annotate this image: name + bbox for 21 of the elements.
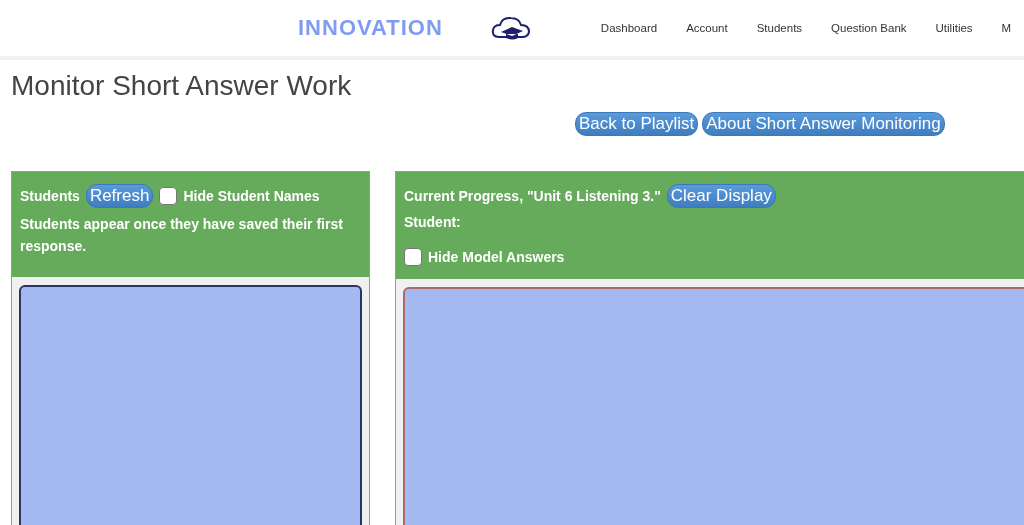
panel-label: Students — [20, 188, 80, 204]
nav-link[interactable]: Utilities — [935, 22, 973, 34]
info-text: Students appear once they have saved their first response. — [20, 215, 344, 256]
checkbox[interactable] — [159, 187, 178, 205]
nav-button[interactable]: About Short Answer Monitoring — [702, 112, 945, 136]
page-title: Monitor Short Answer Work — [11, 70, 353, 102]
panel-label: Current Progress, "Unit 6 Listening 3." — [404, 188, 661, 204]
cloud-cap-icon — [490, 15, 531, 41]
nav-link[interactable]: Account — [686, 22, 728, 34]
checkbox-label: Hide Student Names — [183, 188, 320, 204]
nav-link[interactable]: Students — [756, 22, 803, 34]
clear-display-button[interactable]: Clear Display — [666, 184, 776, 208]
student-label: Student: — [404, 214, 461, 230]
checkbox[interactable] — [404, 248, 422, 266]
brand-name: INNOVATION — [298, 15, 443, 41]
checkbox-label: Hide Model Answers — [428, 249, 565, 265]
nav-button[interactable]: Back to Playlist — [575, 112, 699, 136]
nav-link[interactable]: M — [1001, 22, 1012, 34]
nav-link[interactable]: Dashboard — [600, 22, 658, 34]
nav-link[interactable]: Question Bank — [831, 22, 907, 34]
refresh-button[interactable]: Refresh — [85, 184, 154, 208]
